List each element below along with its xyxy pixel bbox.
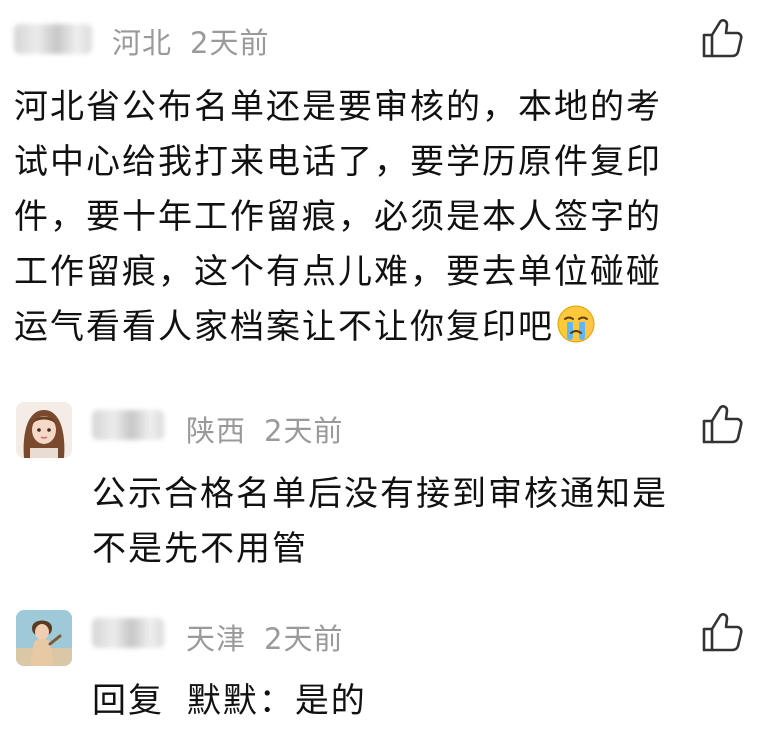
comment-line: 工作留痕，这个有点儿难，要去单位碰碰 [14,252,662,292]
blurred-username [92,618,164,648]
comment-meta: 陕西 2天前 [186,408,343,450]
comment-location: 陕西 [186,414,247,448]
thumbs-up-icon[interactable] [700,16,744,60]
avatar[interactable] [16,610,72,666]
comment-line: 不是先不用管 [92,529,308,569]
comment-line: 公示合格名单后没有接到审核通知是 [92,474,668,514]
reply-prefix: 回复 [92,681,164,721]
avatar[interactable] [16,402,72,458]
reply-target-name[interactable]: 默默： [187,681,295,721]
comment-time: 2天前 [190,26,270,60]
comment-line: 件，要十年工作留痕，必须是本人签字的 [14,197,662,237]
comment-body: 回复 默默：是的 [92,674,367,729]
comment-line: 河北省公布名单还是要审核的，本地的考 [14,87,662,127]
reply-text: 是的 [294,681,367,721]
comment-meta: 天津 2天前 [186,616,343,658]
comment-location: 河北 [112,26,173,60]
comment-time: 2天前 [264,414,344,448]
blurred-username [14,24,92,54]
crying-face-emoji [557,305,595,343]
comment-line: 试中心给我打来电话了，要学历原件复印 [14,142,662,182]
blurred-username [92,410,164,440]
comment-body: 河北省公布名单还是要审核的，本地的考 试中心给我打来电话了，要学历原件复印 件，… [14,80,662,355]
thumbs-up-icon[interactable] [700,402,744,446]
thumbs-up-icon[interactable] [700,610,744,654]
comment-line-last: 运气看看人家档案让不让你复印吧 [14,300,662,355]
comment-location: 天津 [186,622,247,656]
comment-body: 公示合格名单后没有接到审核通知是 不是先不用管 [92,467,668,577]
comment-time: 2天前 [264,622,344,656]
comment-meta: 河北 2天前 [112,20,269,62]
